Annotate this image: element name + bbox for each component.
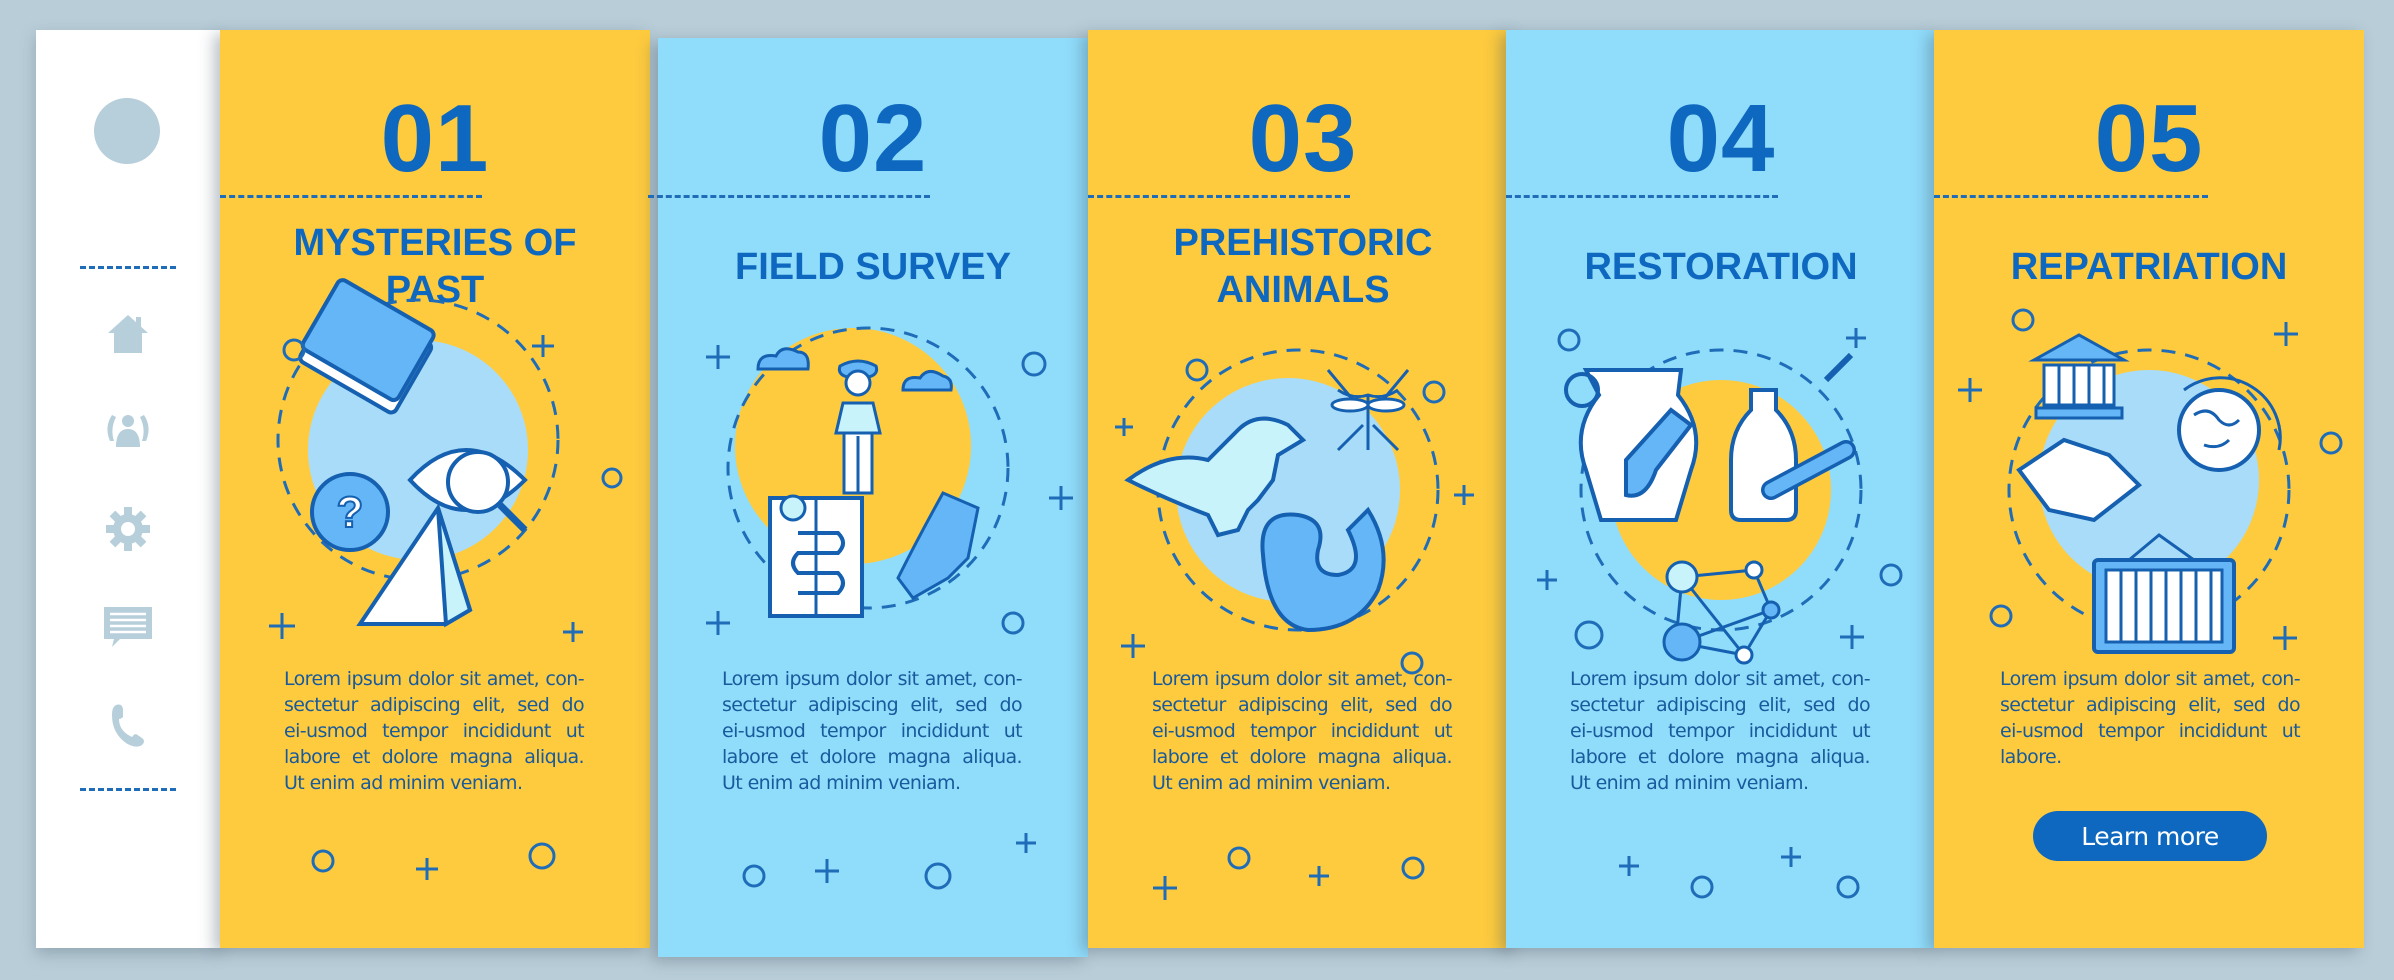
onboarding-panel-1: 01 MYSTERIES OF PAST ? Lorem ipsum dolor… (220, 30, 650, 948)
step-number: 01 (380, 85, 490, 192)
pottery-shard-icon (896, 491, 980, 600)
learn-more-button[interactable]: Learn more (2033, 811, 2267, 861)
users-icon (107, 415, 149, 447)
step-number: 05 (2094, 85, 2204, 192)
header-divider (1506, 195, 1778, 198)
bottle-icon (1729, 352, 1854, 522)
cloud-icon (756, 347, 953, 392)
mosquito-icon (1326, 369, 1410, 452)
onboarding-panel-3: 03 PREHISTORIC ANIMALS Lorem ipsum dolor… (1088, 30, 1518, 948)
home-icon (108, 315, 148, 353)
sidebar-item-settings[interactable] (98, 504, 158, 554)
phone-icon (112, 704, 144, 747)
gear-icon (106, 507, 150, 551)
sidebar-divider-bottom (80, 788, 176, 791)
panel-title: REPATRIATION (2010, 246, 2288, 288)
step-number: 02 (818, 85, 928, 192)
panel-title: RESTORATION (1584, 246, 1858, 288)
molecule-icon (1662, 560, 1781, 665)
chat-icon (104, 607, 152, 647)
header-divider (1934, 195, 2208, 198)
sidebar-item-messages[interactable] (98, 602, 158, 652)
globe-icon (2177, 376, 2282, 472)
header-divider (648, 195, 930, 198)
pyramid-icon (356, 503, 473, 628)
panel-description: Lorem ipsum dolor sit amet, con-sectetur… (722, 668, 1023, 794)
bone-icon (1761, 440, 1856, 500)
explorer-icon (834, 359, 882, 495)
panel-description: Lorem ipsum dolor sit amet, con-sectetur… (2000, 668, 2301, 768)
t-rex-icon (1124, 416, 1307, 538)
map-icon (768, 494, 864, 618)
avatar[interactable] (94, 98, 160, 164)
vase-icon (1564, 368, 1699, 522)
panel-title: PREHISTORIC ANIMALS (1108, 220, 1498, 314)
title-line: PAST (385, 269, 485, 311)
eye-magnifier-icon (407, 448, 528, 533)
sidebar-item-users[interactable] (98, 406, 158, 456)
panel-title: MYSTERIES OF PAST (240, 220, 630, 314)
sidebar-item-home[interactable] (98, 308, 158, 358)
step-number: 04 (1666, 85, 1776, 192)
sidebar-item-contact[interactable] (98, 700, 158, 750)
panel-description: Lorem ipsum dolor sit amet, con-sectetur… (284, 668, 585, 794)
question-bubble-icon: ? (310, 472, 390, 552)
onboarding-panel-4: 04 RESTORATION Lorem ipsum dolor sit ame… (1506, 30, 1936, 948)
panel-description: Lorem ipsum dolor sit amet, con-sectetur… (1152, 668, 1453, 794)
sidebar-divider-top (80, 266, 176, 269)
onboarding-panel-5: 05 REPATRIATION Lorem ipsum dolor sit am… (1934, 30, 2364, 948)
header-divider (220, 195, 482, 198)
sidebar (36, 30, 220, 948)
title-line: ANIMALS (1216, 269, 1390, 311)
svg-text:?: ? (337, 488, 364, 537)
onboarding-panel-2: 02 FIELD SURVEY Lorem ipsum dolor sit am… (648, 38, 1088, 957)
panel-description: Lorem ipsum dolor sit amet, con-sectetur… (1570, 668, 1871, 794)
dragon-icon (1260, 506, 1386, 633)
step-number: 03 (1248, 85, 1358, 192)
panel-title: FIELD SURVEY (735, 246, 1011, 288)
handshake-icon (2016, 437, 2143, 523)
brush-icon (1624, 407, 1694, 498)
title-line: MYSTERIES OF (293, 222, 577, 264)
title-line: PREHISTORIC (1173, 222, 1433, 264)
museum-icon (2028, 333, 2130, 420)
shipping-container-icon (2092, 533, 2236, 654)
header-divider (1088, 195, 1350, 198)
